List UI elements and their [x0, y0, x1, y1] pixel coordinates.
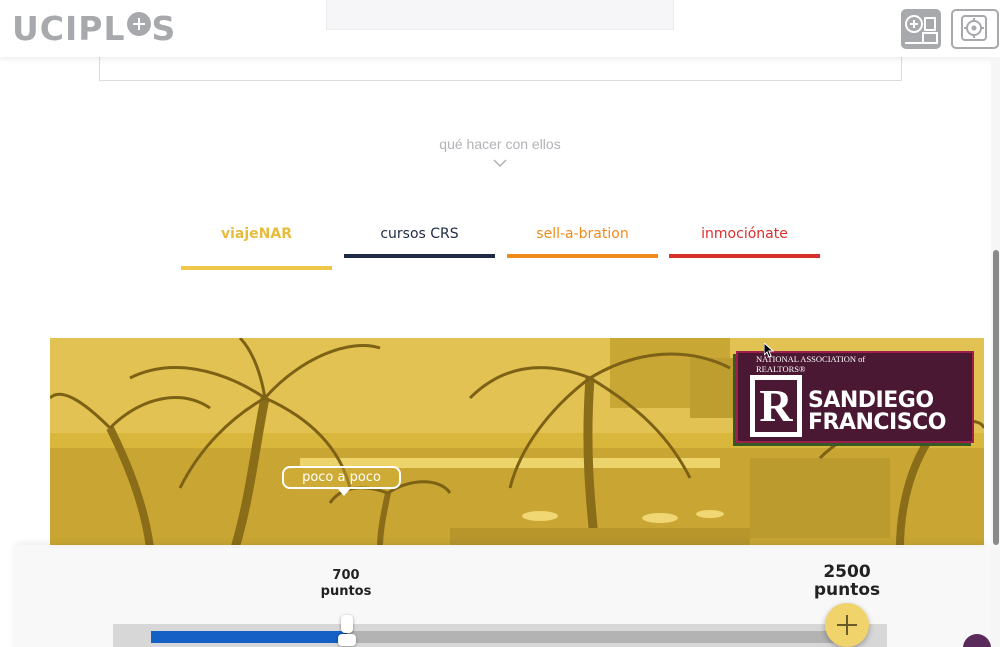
add-points-button[interactable] [825, 603, 869, 647]
tab-label: cursos CRS [380, 226, 459, 242]
tab-underline [669, 254, 820, 258]
tab-cursos-crs[interactable]: cursos CRS [344, 226, 495, 258]
current-points-unit: puntos [320, 584, 372, 599]
current-points-label: 700 puntos [311, 568, 381, 600]
top-panel-edge [326, 0, 674, 30]
uciplus-logo[interactable]: UCIPL S [12, 8, 176, 48]
tab-label: viajeNAR [221, 226, 292, 242]
hero-image: NATIONAL ASSOCIATION of REALTORS® R SAND… [50, 338, 984, 548]
page: UCIPL S qué hacer con ellos viajeNAR cur… [0, 0, 1000, 647]
progress-marker [341, 615, 353, 633]
progress-marker-base [338, 634, 356, 646]
points-progress-panel: 700 puntos 2500 puntos [15, 545, 990, 647]
gear-icon [961, 15, 987, 41]
realtor-r-glyph: R [759, 380, 793, 431]
add-window-icon [905, 15, 938, 44]
logo-text-left: UCIPL [12, 8, 126, 48]
scrollbar-thumb[interactable] [993, 250, 999, 545]
tab-label: inmociónate [701, 226, 788, 242]
chevron-down-icon[interactable] [493, 158, 507, 168]
tab-inmocionate[interactable]: inmociónate [669, 226, 820, 258]
tab-underline [181, 266, 332, 270]
progress-fill [151, 631, 347, 643]
current-points-value: 700 [332, 568, 360, 583]
points-progress-track [113, 624, 887, 647]
badge-line-francisco: FRANCISCO [808, 410, 946, 435]
target-points-value: 2500 [823, 562, 871, 582]
tab-sell-a-bration[interactable]: sell-a-bration [507, 226, 658, 258]
tab-underline [507, 254, 658, 258]
tab-underline [344, 254, 495, 258]
logo-plus-icon [126, 12, 151, 36]
progress-tooltip: poco a poco [282, 466, 401, 496]
nar-sandiego-badge: NATIONAL ASSOCIATION of REALTORS® R SAND… [736, 351, 974, 443]
mouse-cursor-icon [764, 343, 775, 358]
tab-label: sell-a-bration [536, 226, 629, 242]
settings-button[interactable] [951, 9, 999, 49]
logo-text-right: S [151, 8, 177, 48]
target-points-label: 2500 puntos [807, 563, 887, 599]
tab-viajenar[interactable]: viajeNAR [181, 226, 332, 270]
realtor-r-logo: R [750, 375, 802, 437]
section-heading: qué hacer con ellos [439, 136, 561, 152]
add-window-button[interactable] [901, 9, 941, 49]
target-points-unit: puntos [813, 580, 881, 600]
